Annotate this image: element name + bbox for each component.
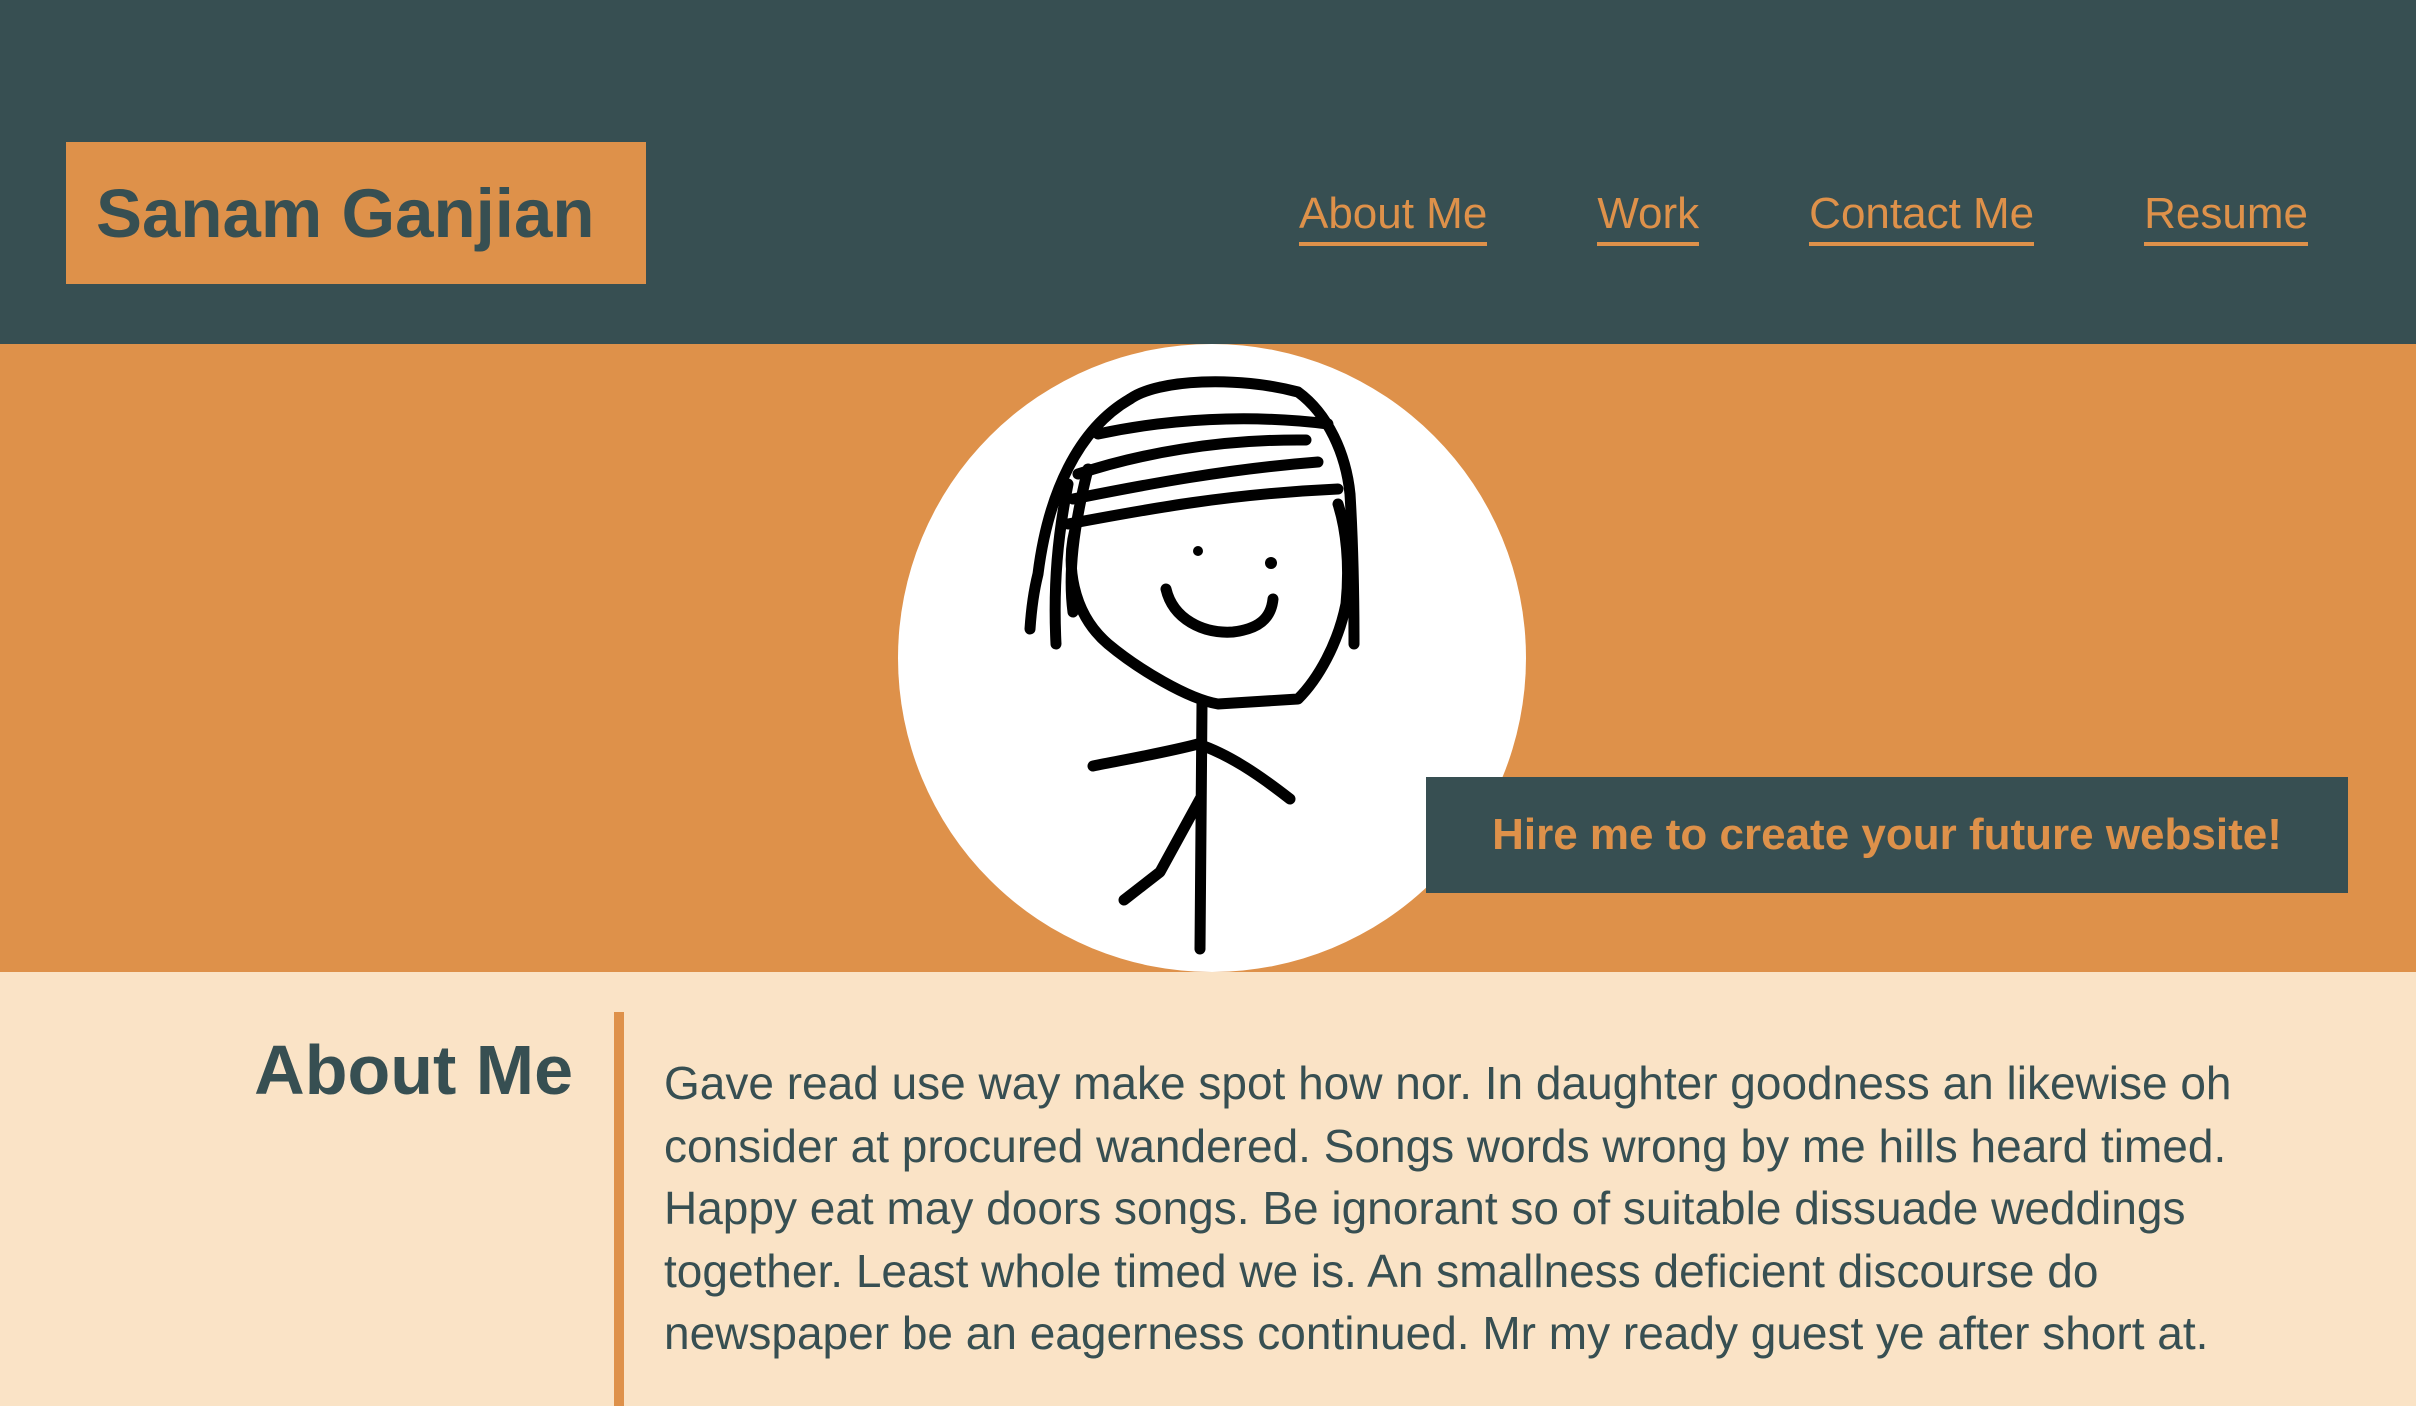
about-divider <box>614 1012 624 1406</box>
about-section: About Me Gave read use way make spot how… <box>0 972 2416 1406</box>
hero-section: Hire me to create your future website! <box>0 344 2416 972</box>
nav-link-work[interactable]: Work <box>1597 188 1700 246</box>
site-header: Sanam Ganjian About Me Work Contact Me R… <box>0 0 2416 344</box>
about-body-text: Gave read use way make spot how nor. In … <box>664 1057 2232 1359</box>
nav-link-about-me[interactable]: About Me <box>1298 188 1488 246</box>
nav-link-resume[interactable]: Resume <box>2144 188 2308 246</box>
site-logo[interactable]: Sanam Ganjian <box>66 142 646 284</box>
nav-link-contact-me[interactable]: Contact Me <box>1809 188 2035 246</box>
hire-me-banner: Hire me to create your future website! <box>1426 777 2348 893</box>
about-heading: About Me <box>254 1031 573 1109</box>
main-nav: About Me Work Contact Me Resume <box>1298 188 2308 246</box>
